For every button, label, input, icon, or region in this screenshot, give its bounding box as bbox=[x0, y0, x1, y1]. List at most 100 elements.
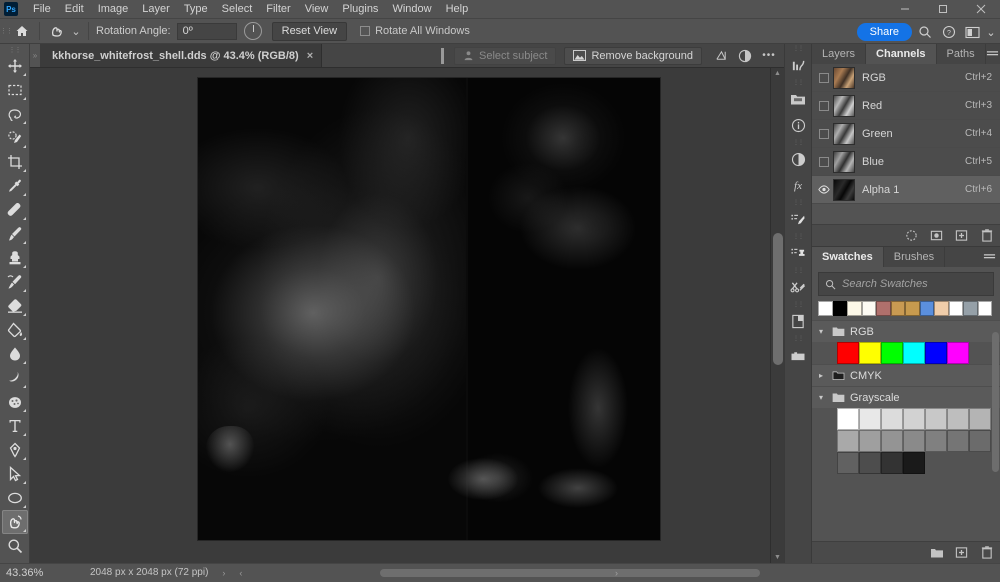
recent-swatch[interactable] bbox=[890, 301, 905, 316]
tool-presets-icon[interactable] bbox=[785, 274, 811, 300]
swatch-cell[interactable] bbox=[925, 430, 947, 452]
minimize-button[interactable] bbox=[886, 0, 924, 18]
select-subject-button[interactable]: Select subject bbox=[454, 46, 557, 65]
swatch-cell[interactable] bbox=[903, 408, 925, 430]
type-tool[interactable] bbox=[2, 414, 28, 438]
blur-tool[interactable] bbox=[2, 342, 28, 366]
zoom-level-field[interactable]: 43.36% bbox=[0, 567, 76, 579]
tab-swatches[interactable]: Swatches bbox=[812, 247, 884, 267]
ellipse-shape-tool[interactable] bbox=[2, 486, 28, 510]
swatches-scrollbar[interactable] bbox=[992, 320, 999, 541]
swatch-group-header[interactable]: ▾ RGB bbox=[812, 320, 1000, 342]
swatch-cell[interactable] bbox=[859, 342, 881, 364]
close-button[interactable] bbox=[962, 0, 1000, 18]
brush-settings-icon[interactable] bbox=[785, 206, 811, 232]
menu-view[interactable]: View bbox=[298, 0, 336, 18]
recent-swatch[interactable] bbox=[847, 301, 862, 316]
scroll-down-icon[interactable]: ▼ bbox=[774, 554, 781, 561]
chevron-down-icon[interactable]: ▾ bbox=[819, 393, 827, 402]
rotate-view-tool-icon[interactable] bbox=[45, 20, 69, 42]
menu-type[interactable]: Type bbox=[177, 0, 215, 18]
swatch-cell[interactable] bbox=[881, 342, 903, 364]
channels-panel-menu-icon[interactable] bbox=[986, 44, 1000, 64]
swatch-cell[interactable] bbox=[925, 408, 947, 430]
recent-swatch[interactable] bbox=[818, 301, 833, 316]
share-button[interactable]: Share bbox=[856, 23, 912, 41]
clone-stamp-tool[interactable] bbox=[2, 246, 28, 270]
workspace-icon[interactable] bbox=[962, 21, 984, 43]
eyedropper-tool[interactable] bbox=[2, 174, 28, 198]
vertical-scroll-thumb[interactable] bbox=[773, 233, 783, 365]
brush-tool[interactable] bbox=[2, 222, 28, 246]
new-swatch-icon[interactable] bbox=[954, 545, 969, 560]
reset-view-button[interactable]: Reset View bbox=[271, 21, 348, 41]
dodge-tool[interactable] bbox=[2, 366, 28, 390]
recent-swatch[interactable] bbox=[934, 301, 949, 316]
channel-row[interactable]: Blue Ctrl+5 bbox=[812, 148, 1000, 176]
contrast-icon[interactable] bbox=[734, 46, 756, 66]
menu-plugins[interactable]: Plugins bbox=[335, 0, 385, 18]
swatch-cell[interactable] bbox=[903, 430, 925, 452]
clone-source-icon[interactable] bbox=[785, 240, 811, 266]
home-icon[interactable] bbox=[10, 20, 34, 42]
channel-row[interactable]: Alpha 1 Ctrl+6 bbox=[812, 176, 1000, 204]
dock-grip-6[interactable]: ⋮⋮ bbox=[785, 266, 811, 274]
swatch-cell[interactable] bbox=[837, 342, 859, 364]
document-artboard[interactable] bbox=[198, 78, 660, 540]
swatch-cell[interactable] bbox=[881, 408, 903, 430]
channel-row[interactable]: RGB Ctrl+2 bbox=[812, 64, 1000, 92]
more-options-icon[interactable]: ••• bbox=[758, 46, 780, 66]
close-icon[interactable]: × bbox=[307, 50, 313, 62]
tool-preset-chevron-down-icon[interactable]: ⌄ bbox=[69, 20, 83, 42]
toolbar-grip[interactable]: ⋮⋮ bbox=[9, 46, 22, 54]
remove-background-button[interactable]: Remove background bbox=[564, 46, 702, 65]
status-expand-icon[interactable]: › bbox=[222, 568, 225, 578]
channel-row[interactable]: Red Ctrl+3 bbox=[812, 92, 1000, 120]
canvas-vertical-scrollbar[interactable]: ▲ ▼ bbox=[770, 68, 784, 563]
channel-visibility-empty[interactable] bbox=[819, 128, 829, 139]
history-brush-tool[interactable] bbox=[2, 270, 28, 294]
maximize-button[interactable] bbox=[924, 0, 962, 18]
swatch-search-field[interactable] bbox=[818, 272, 994, 296]
swatch-cell[interactable] bbox=[947, 430, 969, 452]
libraries-icon[interactable] bbox=[785, 342, 811, 368]
swatch-cell[interactable] bbox=[903, 452, 925, 474]
crop-tool[interactable] bbox=[2, 150, 28, 174]
swatch-cell[interactable] bbox=[837, 408, 859, 430]
dock-grip-5[interactable]: ⋮⋮ bbox=[785, 232, 811, 240]
spot-healing-brush-tool[interactable] bbox=[2, 198, 28, 222]
channel-row[interactable]: Green Ctrl+4 bbox=[812, 120, 1000, 148]
notes-icon[interactable] bbox=[785, 308, 811, 334]
dock-grip-2[interactable]: ⋮⋮ bbox=[785, 78, 811, 86]
search-icon[interactable] bbox=[914, 21, 936, 43]
channel-visibility-toggle[interactable] bbox=[815, 128, 833, 139]
search-input[interactable] bbox=[842, 278, 987, 290]
menu-select[interactable]: Select bbox=[215, 0, 260, 18]
object-selection-tool[interactable] bbox=[2, 126, 28, 150]
transform-icon[interactable] bbox=[710, 46, 732, 66]
channel-visibility-empty[interactable] bbox=[819, 72, 829, 83]
recent-swatch[interactable] bbox=[977, 301, 992, 316]
lasso-tool[interactable] bbox=[2, 102, 28, 126]
dock-grip-7[interactable]: ⋮⋮ bbox=[785, 300, 811, 308]
chevron-down-icon[interactable]: ▾ bbox=[819, 327, 827, 336]
menu-file[interactable]: File bbox=[26, 0, 58, 18]
swatch-cell[interactable] bbox=[859, 430, 881, 452]
swatch-cell[interactable] bbox=[903, 342, 925, 364]
swatch-cell[interactable] bbox=[969, 430, 991, 452]
scroll-up-icon[interactable]: ▲ bbox=[774, 70, 781, 77]
menu-window[interactable]: Window bbox=[385, 0, 438, 18]
horizontal-scroll-thumb[interactable] bbox=[380, 569, 760, 577]
workspace-chevron-down-icon[interactable]: ⌄ bbox=[986, 21, 996, 43]
layer-styles-fx-icon[interactable]: fx bbox=[785, 172, 811, 198]
swatch-cell[interactable] bbox=[925, 342, 947, 364]
recent-swatch[interactable] bbox=[832, 301, 847, 316]
menu-layer[interactable]: Layer bbox=[135, 0, 177, 18]
help-icon[interactable]: ? bbox=[938, 21, 960, 43]
tab-strip-grip[interactable]: » bbox=[30, 44, 40, 67]
menu-filter[interactable]: Filter bbox=[259, 0, 297, 18]
channel-visibility-toggle[interactable] bbox=[815, 72, 833, 83]
histogram-icon[interactable] bbox=[785, 52, 811, 78]
create-new-channel-icon[interactable] bbox=[954, 228, 969, 243]
swatches-panel-menu-icon[interactable] bbox=[978, 247, 1000, 267]
